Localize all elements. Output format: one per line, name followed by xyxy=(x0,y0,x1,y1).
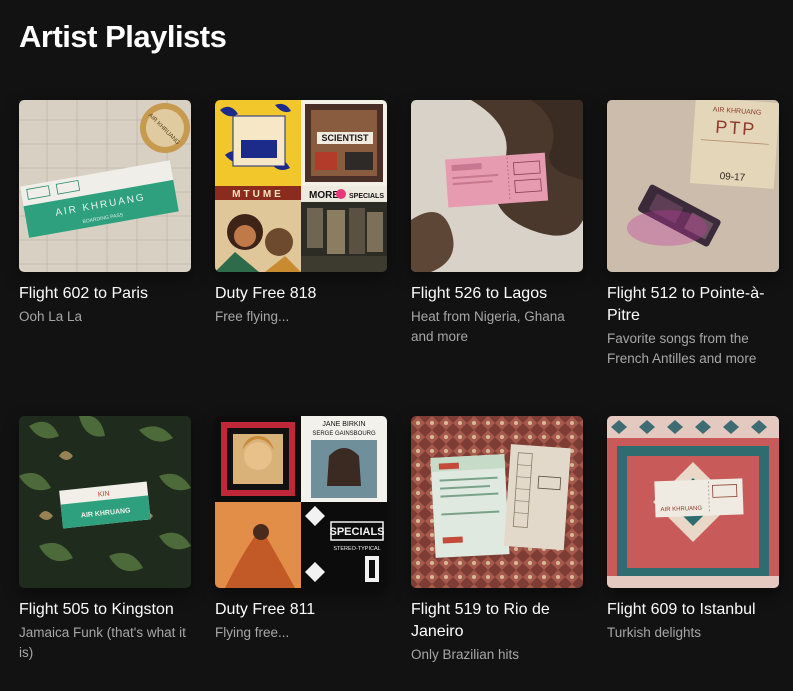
playlist-cover-image[interactable]: AIR KHRUANG xyxy=(607,416,779,588)
playlist-cover-image[interactable]: AIR KHRUANG PTP 09-17 xyxy=(607,100,779,272)
playlist-cover-image[interactable]: AIR KHRUANG AIR KHRUANG BOARDING PASS xyxy=(19,100,191,272)
playlist-subtitle: Only Brazilian hits xyxy=(411,647,520,662)
playlist-card-kingston[interactable]: KIN AIR KHRUANG Flight 505 to Kingston J… xyxy=(19,416,191,691)
playlist-subtitle: Jamaica Funk (that's what it is) xyxy=(19,625,186,660)
playlist-cover-image[interactable] xyxy=(411,100,583,272)
playlist-cover-image[interactable]: JANE BIRKIN SERGE GAINSBOURG SPECIALS ST… xyxy=(215,416,387,588)
album-art-tile: JANE BIRKIN SERGE GAINSBOURG xyxy=(301,416,387,502)
playlist-cover-image[interactable] xyxy=(411,416,583,588)
playlist-subtitle: Favorite songs from the French Antilles … xyxy=(607,331,757,366)
album-art-tile: MORE SPECIALS xyxy=(301,186,387,272)
playlist-subtitle: Turkish delights xyxy=(607,625,702,640)
section-title: Artist Playlists xyxy=(19,19,227,54)
album-art-tile xyxy=(215,100,301,186)
album-art-tile: SPECIALS STEREO-TYPICAL xyxy=(301,502,387,588)
playlist-subtitle: Heat from Nigeria, Ghana and more xyxy=(411,309,565,344)
album-art-tile xyxy=(215,502,301,588)
playlist-title[interactable]: Flight 609 to Istanbul xyxy=(607,599,779,621)
svg-text:KIN: KIN xyxy=(98,490,110,498)
svg-text:JANE BIRKIN: JANE BIRKIN xyxy=(322,421,365,428)
playlist-subtitle: Flying free... xyxy=(215,625,290,640)
svg-text:SPECIALS: SPECIALS xyxy=(329,526,384,538)
playlist-subtitle: Ooh La La xyxy=(19,309,83,324)
playlist-cover-image[interactable]: SCIENTIST MTUME MORE SPECIALS xyxy=(215,100,387,272)
playlist-title[interactable]: Flight 512 to Pointe-à-Pitre xyxy=(607,283,779,327)
album-art-tile: MTUME xyxy=(215,186,301,272)
svg-text:MTUME: MTUME xyxy=(232,189,284,200)
playlist-cover-image[interactable]: KIN AIR KHRUANG xyxy=(19,416,191,588)
playlist-title[interactable]: Flight 526 to Lagos xyxy=(411,283,583,305)
playlist-card-paris[interactable]: AIR KHRUANG AIR KHRUANG BOARDING PASS Fl… xyxy=(19,100,191,416)
svg-text:SERGE GAINSBOURG: SERGE GAINSBOURG xyxy=(312,431,376,437)
svg-text:PTP: PTP xyxy=(715,117,757,140)
svg-text:09-17: 09-17 xyxy=(719,171,746,184)
playlist-title[interactable]: Duty Free 818 xyxy=(215,283,387,305)
playlist-card-istanbul[interactable]: AIR KHRUANG Flight 609 to Istanbul Turki… xyxy=(607,416,779,691)
playlist-title[interactable]: Flight 602 to Paris xyxy=(19,283,191,305)
svg-text:STEREO-TYPICAL: STEREO-TYPICAL xyxy=(333,546,380,552)
svg-text:MORE: MORE xyxy=(309,190,339,201)
playlist-card-rio-de-janeiro[interactable]: Flight 519 to Rio de Janeiro Only Brazil… xyxy=(411,416,583,691)
playlist-card-duty-free-818[interactable]: SCIENTIST MTUME MORE SPECIALS Duty Free … xyxy=(215,100,387,416)
playlist-grid: AIR KHRUANG AIR KHRUANG BOARDING PASS Fl… xyxy=(19,100,779,691)
playlist-card-duty-free-811[interactable]: JANE BIRKIN SERGE GAINSBOURG SPECIALS ST… xyxy=(215,416,387,691)
playlist-subtitle: Free flying... xyxy=(215,309,290,324)
playlist-card-pointe-a-pitre[interactable]: AIR KHRUANG PTP 09-17 Flight 512 to Poin… xyxy=(607,100,779,416)
playlist-title[interactable]: Flight 519 to Rio de Janeiro xyxy=(411,599,583,643)
album-art-tile xyxy=(215,416,301,502)
playlist-card-lagos[interactable]: Flight 526 to Lagos Heat from Nigeria, G… xyxy=(411,100,583,416)
svg-text:SCIENTIST: SCIENTIST xyxy=(321,133,369,143)
playlist-title[interactable]: Flight 505 to Kingston xyxy=(19,599,191,621)
album-art-tile: SCIENTIST xyxy=(301,100,387,186)
playlist-title[interactable]: Duty Free 811 xyxy=(215,599,387,621)
svg-text:SPECIALS: SPECIALS xyxy=(349,193,384,200)
